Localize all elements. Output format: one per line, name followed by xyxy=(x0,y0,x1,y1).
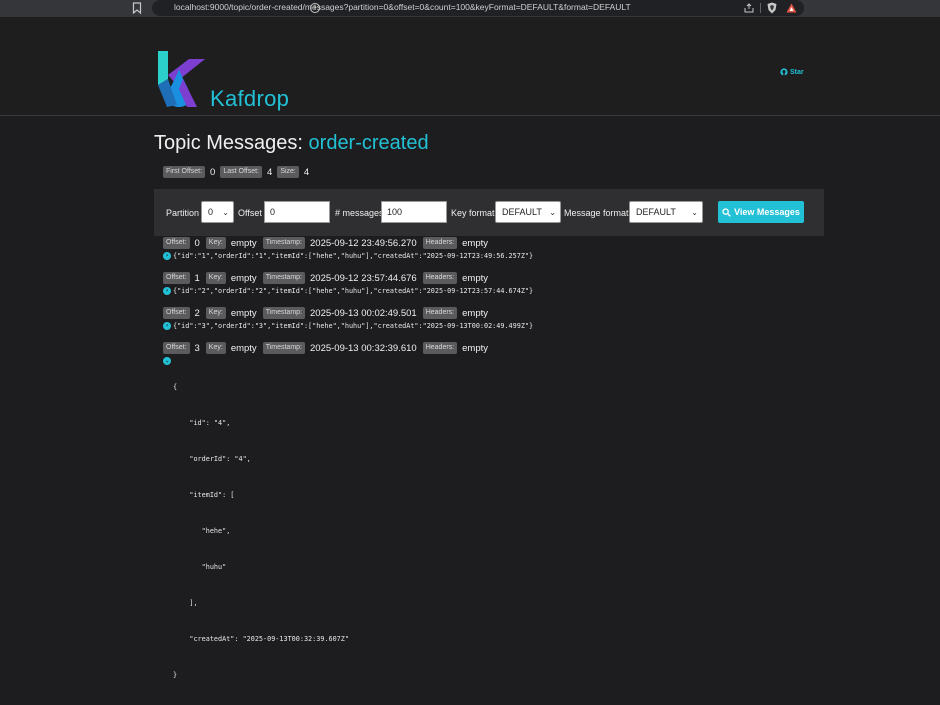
url-text: localhost:9000/topic/order-created/messa… xyxy=(174,2,631,12)
json-line: { xyxy=(173,383,178,391)
bookmark-icon[interactable] xyxy=(132,2,142,14)
json-line: "createdAt": "2025-09-13T00:32:39.607Z" xyxy=(173,635,349,643)
brave-rewards-icon[interactable] xyxy=(786,3,797,13)
expand-toggle-icon[interactable]: › xyxy=(163,322,171,330)
expand-toggle-icon[interactable]: › xyxy=(163,287,171,295)
message-body: {"id":"3","orderId":"3","itemId":["hehe"… xyxy=(173,322,534,330)
brave-shield-icon[interactable] xyxy=(767,2,777,14)
view-messages-button[interactable]: View Messages xyxy=(718,201,804,223)
json-line: "orderId": "4", xyxy=(173,455,251,463)
message-offset: 3 xyxy=(194,342,200,354)
first-offset-badge: First Offset: xyxy=(163,166,206,178)
kafdrop-logo-icon[interactable] xyxy=(155,49,207,107)
message-key: empty xyxy=(230,237,257,249)
partition-select-value: 0 xyxy=(208,207,214,217)
message-key: empty xyxy=(230,307,257,319)
github-star-link[interactable]: Star xyxy=(780,68,804,76)
offset-badge: Offset: xyxy=(163,237,190,249)
message-count-input[interactable]: 100 xyxy=(381,201,447,223)
json-line: "huhu" xyxy=(173,563,227,571)
key-badge: Key: xyxy=(205,307,226,319)
last-offset-value: 4 xyxy=(267,166,273,178)
offset-badge: Offset: xyxy=(163,272,190,284)
browser-toolbar: i localhost:9000/topic/order-created/mes… xyxy=(0,0,940,17)
view-messages-label: View Messages xyxy=(734,207,800,217)
message-offset: 2 xyxy=(194,307,200,319)
collapse-toggle-icon[interactable]: ⌄ xyxy=(163,357,171,365)
key-format-label: Key format xyxy=(451,207,495,218)
offset-input[interactable]: 0 xyxy=(264,201,330,223)
timestamp-badge: Timestamp: xyxy=(262,272,305,284)
message-item: Offset: 2 Key: empty Timestamp: 2025-09-13 … xyxy=(163,307,533,330)
message-headers: empty xyxy=(462,307,488,319)
size-badge: Size: xyxy=(277,166,299,178)
key-badge: Key: xyxy=(205,342,226,354)
partition-select[interactable]: 0 ⌄ xyxy=(201,201,234,223)
message-timestamp: 2025-09-13 00:02:49.501 xyxy=(310,307,417,319)
json-line: ], xyxy=(173,599,198,607)
size-value: 4 xyxy=(303,166,310,178)
message-format-select-value: DEFAULT xyxy=(636,207,676,217)
offset-badge: Offset: xyxy=(163,307,190,319)
star-label: Star xyxy=(790,68,804,76)
headers-badge: Headers: xyxy=(422,307,458,319)
offset-badge: Offset: xyxy=(163,342,190,354)
app-header: Kafdrop Star xyxy=(0,17,940,116)
message-headers: empty xyxy=(462,237,488,249)
chevron-down-icon: ⌄ xyxy=(691,208,698,217)
json-line: "id": "4", xyxy=(173,419,231,427)
search-icon xyxy=(722,207,731,217)
message-timestamp: 2025-09-12 23:49:56.270 xyxy=(310,237,417,249)
key-format-select[interactable]: DEFAULT ⌄ xyxy=(495,201,561,223)
partition-label: Partition xyxy=(166,207,200,218)
message-headers: empty xyxy=(462,272,488,284)
message-key: empty xyxy=(230,272,257,284)
message-headers: empty xyxy=(462,342,488,354)
offset-label: Offset xyxy=(238,207,262,218)
json-line: "hehe", xyxy=(173,527,231,535)
json-line: } xyxy=(173,671,178,679)
headers-badge: Headers: xyxy=(422,342,458,354)
message-key: empty xyxy=(230,342,257,354)
message-offset: 1 xyxy=(194,272,200,284)
message-body: {"id":"2","orderId":"2","itemId":["hehe"… xyxy=(173,287,534,295)
message-format-select[interactable]: DEFAULT ⌄ xyxy=(629,201,703,223)
key-badge: Key: xyxy=(205,272,226,284)
message-timestamp: 2025-09-13 00:32:39.610 xyxy=(310,342,417,354)
message-timestamp: 2025-09-12 23:57:44.676 xyxy=(310,272,417,284)
message-body: {"id":"1","orderId":"1","itemId":["hehe"… xyxy=(173,252,534,260)
chevron-down-icon: ⌄ xyxy=(222,208,229,217)
timestamp-badge: Timestamp: xyxy=(262,237,305,249)
message-count-label: # messages xyxy=(335,207,384,218)
timestamp-badge: Timestamp: xyxy=(262,342,305,354)
expand-toggle-icon[interactable]: › xyxy=(163,252,171,260)
first-offset-value: 0 xyxy=(210,166,216,178)
page-title: Topic Messages: order-created xyxy=(154,132,429,155)
message-item: Offset: 0 Key: empty Timestamp: 2025-09-12 … xyxy=(163,237,533,260)
key-format-select-value: DEFAULT xyxy=(502,207,542,217)
share-icon[interactable] xyxy=(744,3,754,13)
message-item: Offset: 3 Key: empty Timestamp: 2025-09-13 … xyxy=(163,342,494,705)
json-line: "itemId": [ xyxy=(173,491,235,499)
message-offset: 0 xyxy=(194,237,200,249)
key-badge: Key: xyxy=(205,237,226,249)
github-icon xyxy=(780,68,788,76)
brand-name[interactable]: Kafdrop xyxy=(210,86,289,112)
toolbar-divider xyxy=(760,3,761,13)
timestamp-badge: Timestamp: xyxy=(262,307,305,319)
headers-badge: Headers: xyxy=(422,272,458,284)
offset-stats: First Offset: 0 Last Offset: 4 Size: 4 xyxy=(163,166,314,178)
address-bar[interactable]: i localhost:9000/topic/order-created/mes… xyxy=(152,0,804,16)
message-body-pretty: { "id": "4", "orderId": "4", "itemId": [… xyxy=(173,357,349,705)
message-format-label: Message format xyxy=(564,207,629,218)
page-title-prefix: Topic Messages: xyxy=(154,132,303,154)
headers-badge: Headers: xyxy=(422,237,458,249)
chevron-down-icon: ⌄ xyxy=(549,208,556,217)
last-offset-badge: Last Offset: xyxy=(220,166,263,178)
message-item: Offset: 1 Key: empty Timestamp: 2025-09-12 … xyxy=(163,272,533,295)
topic-name: order-created xyxy=(308,132,429,154)
